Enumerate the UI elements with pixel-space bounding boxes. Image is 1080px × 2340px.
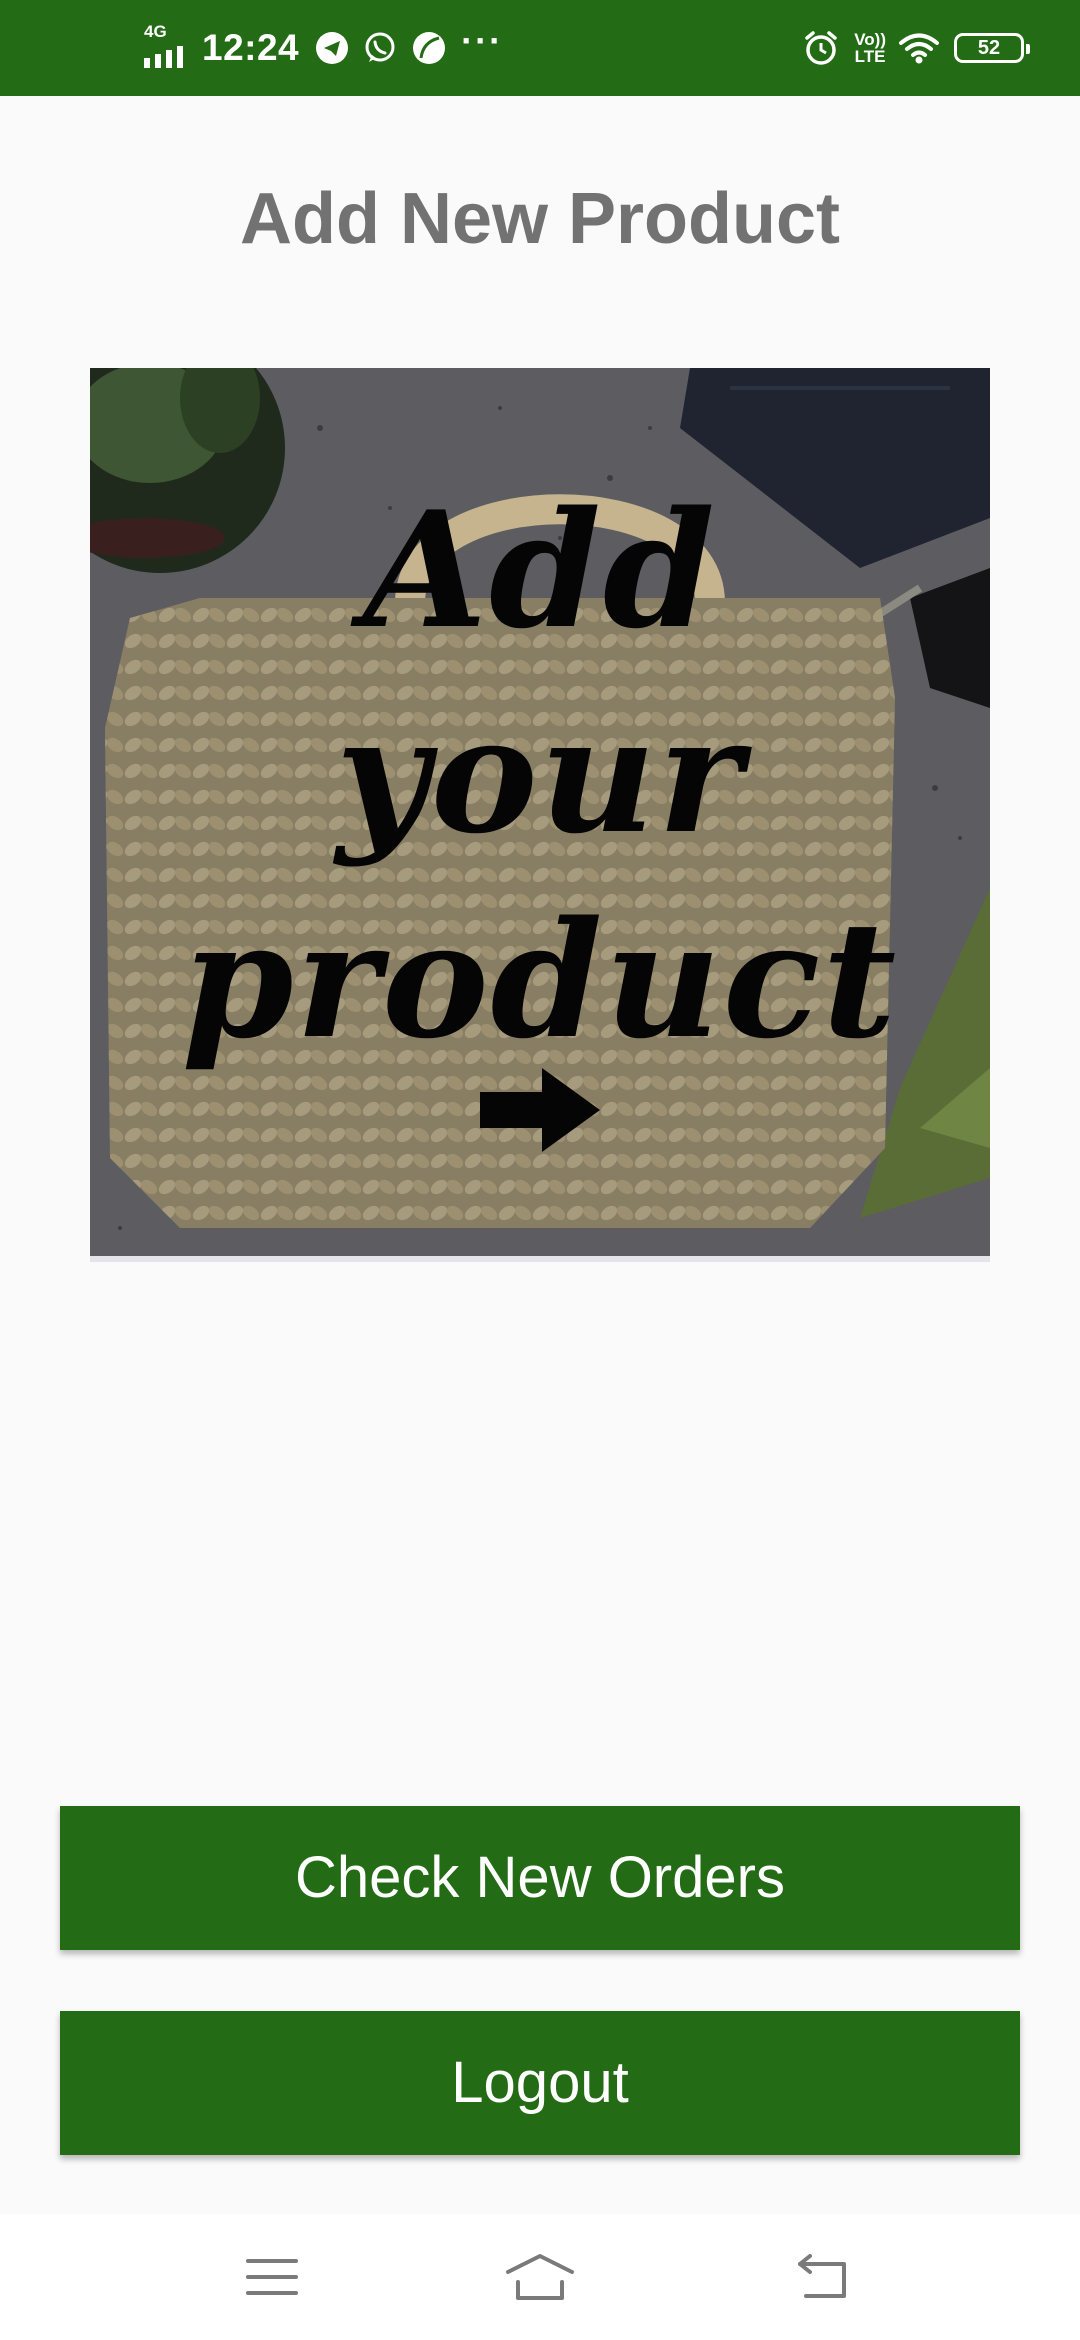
page-title: Add New Product xyxy=(239,179,840,259)
network-type: 4G xyxy=(144,22,167,41)
banner-line-3: product xyxy=(181,886,899,1074)
alarm-icon xyxy=(802,29,840,67)
status-bar: 4G 12:24 ··· Vo)) LTE 52 xyxy=(0,0,1080,96)
add-product-image-button[interactable]: Add your product xyxy=(90,368,990,1262)
leaf-icon xyxy=(411,30,447,66)
back-icon[interactable] xyxy=(764,2214,884,2340)
check-new-orders-button[interactable]: Check New Orders xyxy=(60,1806,1020,1950)
home-icon[interactable] xyxy=(480,2214,600,2340)
volte-bottom-label: LTE xyxy=(854,47,886,66)
banner-caption: Add your product xyxy=(90,468,990,1083)
volte-icon: Vo)) LTE xyxy=(854,31,886,65)
banner-line-2: your xyxy=(335,681,745,869)
more-icon: ··· xyxy=(461,20,504,61)
banner-line-1: Add xyxy=(363,476,717,664)
battery-level: 52 xyxy=(977,36,1001,59)
status-bar-left: 4G 12:24 ··· xyxy=(144,0,503,96)
status-bar-right: Vo)) LTE 52 xyxy=(802,0,1030,96)
status-time: 12:24 xyxy=(202,27,300,68)
navigation-bar xyxy=(0,2214,1080,2340)
volte-top-label: Vo)) xyxy=(854,30,886,49)
signal-icon: 4G xyxy=(144,22,190,68)
battery-icon: 52 xyxy=(954,33,1030,63)
right-arrow-icon xyxy=(480,1068,600,1152)
whatsapp-icon xyxy=(363,31,397,65)
wifi-icon xyxy=(898,31,940,65)
telegram-icon xyxy=(315,31,349,65)
menu-icon[interactable] xyxy=(212,2214,332,2340)
logout-button[interactable]: Logout xyxy=(60,2011,1020,2155)
